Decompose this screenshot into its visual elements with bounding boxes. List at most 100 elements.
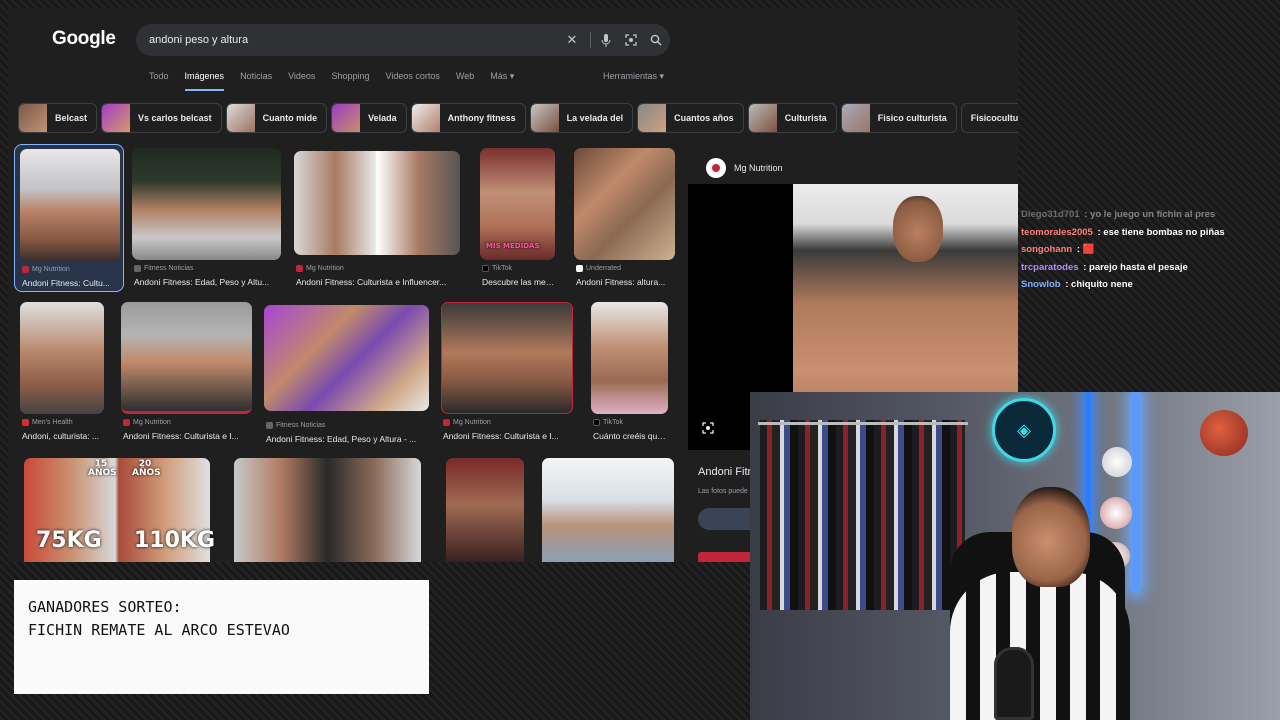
tab-videos[interactable]: Videos (288, 71, 315, 91)
tab-videos-cortos[interactable]: Videos cortos (385, 71, 439, 91)
shelf-ball (1102, 447, 1132, 477)
chip-fisico-culturista[interactable]: Fisico culturista (840, 103, 957, 133)
tiktok-icon (593, 419, 600, 426)
source-favicon (134, 265, 141, 272)
image-result[interactable]: Fitness Noticias Andoni Fitness: Edad, P… (264, 305, 429, 453)
tiktok-icon (482, 265, 489, 272)
clothes-rack (760, 420, 965, 610)
tab-todo[interactable]: Todo (149, 71, 169, 91)
chat-message: songohann : 🟥 (1021, 244, 1095, 256)
image-result[interactable]: 15 AÑOS 20 AÑOS 75KG 110KG (24, 458, 215, 562)
image-result[interactable]: Mg Nutrition Andoni Fitness: Culturista … (121, 302, 252, 450)
result-title: Cuánto creéis que ... (593, 431, 668, 441)
image-result[interactable] (234, 458, 421, 562)
preview-title[interactable]: Andoni Fitr (698, 466, 751, 478)
microphone-icon[interactable] (595, 29, 617, 51)
search-box[interactable]: ✕ (136, 24, 670, 56)
image-result[interactable]: Men's Health Andoni, culturista: ... (20, 302, 104, 450)
search-divider (590, 32, 591, 48)
search-input[interactable] (149, 34, 561, 46)
channel-logo-icon: ◈ (992, 398, 1056, 462)
search-icon[interactable] (645, 29, 667, 51)
source-favicon (123, 419, 130, 426)
clear-icon[interactable]: ✕ (561, 29, 583, 51)
result-title: Andoni Fitness: Edad, Peso y Altura - ..… (266, 434, 417, 444)
chip-anthony-fitness[interactable]: Anthony fitness (410, 103, 526, 133)
chip-thumbnail (841, 104, 870, 132)
tools-menu[interactable]: Herramientas ▾ (603, 71, 664, 82)
weight-after-label: 110KG (134, 528, 216, 553)
chat-username: trcparatodes (1021, 261, 1079, 273)
result-image (234, 458, 421, 562)
result-source: Underrated (576, 265, 621, 272)
result-source: Fitness Noticias (266, 422, 325, 429)
image-result[interactable]: Mg Nutrition Andoni Fitness: Culturista … (294, 151, 460, 299)
image-result[interactable] (446, 458, 524, 562)
chip-culturista[interactable]: Culturista (747, 103, 837, 133)
result-image (574, 148, 675, 260)
result-title: Andoni Fitness: Edad, Peso y Altu... (134, 277, 270, 287)
chip-cuanto-mide[interactable]: Cuanto mide (225, 103, 328, 133)
filter-chips: Belcast Vs carlos belcast Cuanto mide Ve… (18, 103, 1018, 133)
chip-thumbnail (530, 104, 559, 132)
preview-source[interactable]: Mg Nutrition (706, 158, 783, 178)
source-favicon (22, 419, 29, 426)
image-result[interactable]: TikTok Cuánto creéis que ... (591, 302, 668, 450)
result-image (20, 302, 104, 414)
google-logo[interactable]: Google (52, 28, 116, 50)
tab-shopping[interactable]: Shopping (331, 71, 369, 91)
stream-chat: Diego31d701 : yo le juego un fichin al p… (1021, 206, 1225, 294)
weight-before-label: 75KG (36, 528, 102, 553)
result-source: Mg Nutrition (443, 419, 491, 426)
source-favicon (706, 158, 726, 178)
image-result[interactable]: Fitness Noticias Andoni Fitness: Edad, P… (132, 148, 281, 296)
giveaway-winners-box: GANADORES SORTEO: FICHIN REMATE AL ARCO … (14, 580, 429, 694)
chip-la-velada-del[interactable]: La velada del (529, 103, 634, 133)
lens-icon[interactable] (620, 29, 642, 51)
chip-belcast[interactable]: Belcast (18, 103, 98, 133)
source-favicon (266, 422, 273, 429)
result-image (446, 458, 524, 562)
preview-head (893, 196, 943, 262)
image-result[interactable]: MIS MEDIDAS TikTok Descubre las medi... (480, 148, 555, 296)
chip-cuantos-anos[interactable]: Cuantos años (637, 103, 744, 133)
result-source: Fitness Noticias (134, 265, 193, 272)
chip-thumbnail (102, 104, 131, 132)
chip-fisicoculturista[interactable]: Fisicoculturista (960, 103, 1018, 133)
chip-vs-carlos-belcast[interactable]: Vs carlos belcast (101, 103, 222, 133)
chip-label: Fisico culturista (877, 113, 947, 123)
tab-web[interactable]: Web (456, 71, 474, 91)
result-image (591, 302, 668, 414)
tab-mas[interactable]: Más ▾ (490, 71, 514, 91)
lens-icon[interactable] (702, 422, 714, 437)
chip-thumbnail (19, 104, 47, 132)
image-result[interactable]: Mg Nutrition Andoni Fitness: Cultu... (14, 144, 124, 292)
chat-username: teomorales2005 (1021, 226, 1093, 238)
chip-velada[interactable]: Velada (331, 103, 407, 133)
result-source: Mg Nutrition (22, 266, 70, 273)
chip-label: La velada del (566, 113, 624, 123)
source-favicon (576, 265, 583, 272)
result-title: Andoni Fitness: Cultu... (22, 278, 110, 288)
chip-label: Anthony fitness (447, 113, 516, 123)
chat-message: Snowlob : chiquito nene (1021, 279, 1133, 291)
result-image (132, 148, 281, 260)
image-result[interactable]: Underrated Andoni Fitness: altura... (574, 148, 675, 296)
led-strip-right (1132, 392, 1140, 592)
chip-label: Fisicoculturista (970, 113, 1018, 123)
chat-message: trcparatodes : parejo hasta el pesaje (1021, 261, 1188, 273)
chat-text: parejo hasta el pesaje (1089, 261, 1188, 273)
preview-source-name: Mg Nutrition (734, 163, 783, 173)
result-title: Andoni, culturista: ... (22, 431, 100, 441)
chat-emote: 🟥 (1082, 244, 1095, 256)
image-result[interactable]: Mg Nutrition Andoni Fitness: Culturista … (441, 302, 573, 450)
tab-noticias[interactable]: Noticias (240, 71, 272, 91)
result-title: Andoni Fitness: Culturista e I... (443, 431, 559, 441)
result-image (294, 151, 460, 255)
result-source: Men's Health (22, 419, 73, 426)
tab-imagenes[interactable]: Imágenes (184, 71, 224, 91)
source-favicon (443, 419, 450, 426)
chat-text: chiquito nene (1071, 279, 1133, 291)
chip-label: Culturista (784, 113, 827, 123)
image-result[interactable] (542, 458, 674, 562)
